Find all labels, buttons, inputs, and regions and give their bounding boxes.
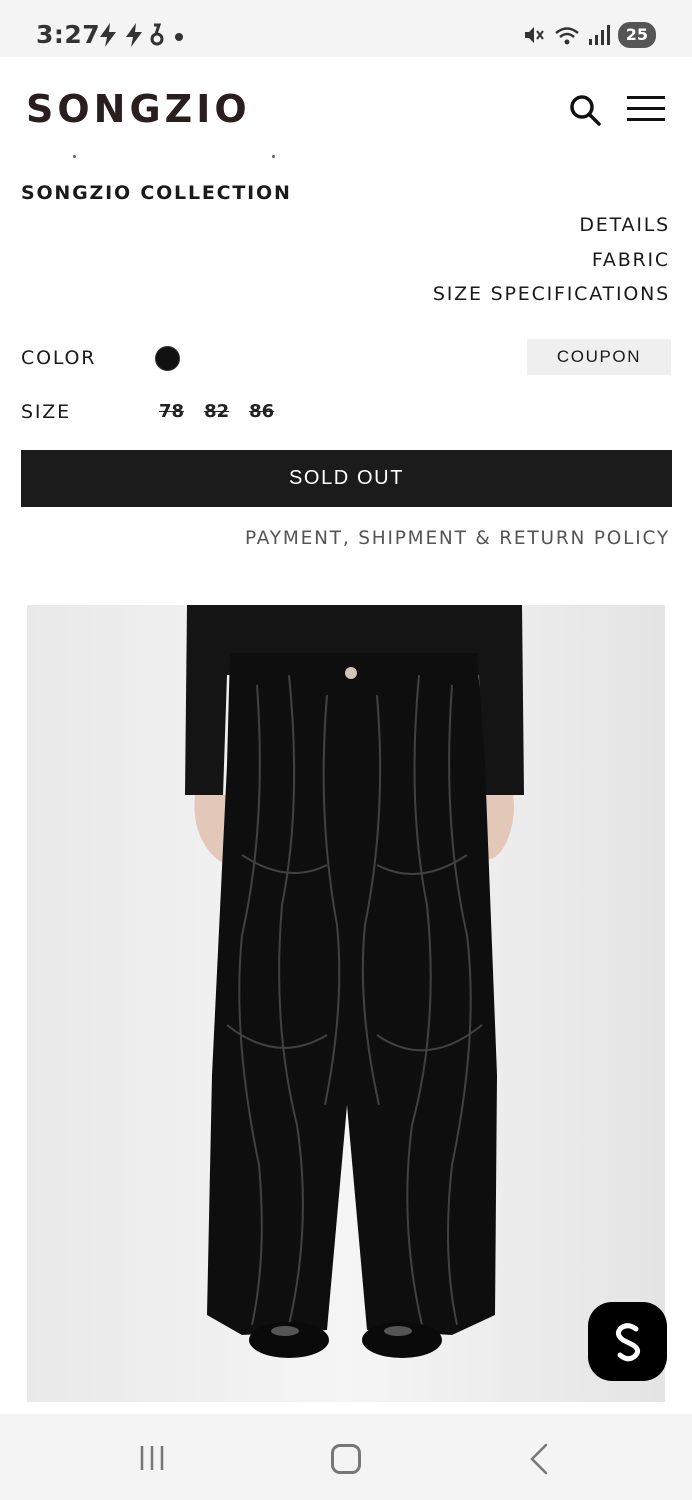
size-options: 78 82 86 xyxy=(159,401,274,422)
flash-icon xyxy=(100,23,116,47)
size-label: SIZE xyxy=(21,401,71,423)
size-option[interactable]: 78 xyxy=(159,401,184,422)
status-bar: 3:27 25 xyxy=(0,0,692,57)
system-nav-bar xyxy=(0,1414,692,1500)
recent-apps-button[interactable] xyxy=(139,1444,167,1472)
battery-indicator: 25 xyxy=(617,22,656,48)
wifi-icon xyxy=(554,27,579,45)
status-time: 3:27 xyxy=(36,20,101,49)
recent-apps-icon xyxy=(140,1446,164,1470)
search-icon xyxy=(570,95,601,126)
product-info-links: DETAILS FABRIC SIZE SPECIFICATIONS xyxy=(433,208,670,312)
details-link[interactable]: DETAILS xyxy=(433,208,670,243)
size-option[interactable]: 82 xyxy=(204,401,229,422)
product-photo-illustration xyxy=(27,605,665,1402)
status-left-icons xyxy=(97,22,189,48)
coupon-button[interactable]: COUPON xyxy=(527,339,671,375)
hamburger-menu-icon xyxy=(627,96,665,99)
search-button[interactable] xyxy=(568,93,602,127)
site-header: SONGZIO xyxy=(0,57,692,157)
brand-logo[interactable]: SONGZIO xyxy=(26,87,251,131)
back-button[interactable] xyxy=(526,1442,554,1476)
chat-button[interactable] xyxy=(588,1302,667,1381)
color-swatch[interactable] xyxy=(155,346,180,371)
status-right-icons: 25 xyxy=(522,22,656,48)
back-icon xyxy=(530,1443,548,1475)
size-option[interactable]: 86 xyxy=(249,401,274,422)
flash-icon xyxy=(126,23,142,47)
sold-out-button[interactable]: SOLD OUT xyxy=(21,450,672,507)
collection-title: SONGZIO COLLECTION xyxy=(21,182,292,204)
dot-icon xyxy=(175,33,183,41)
home-icon[interactable] xyxy=(331,1444,361,1474)
signal-icon xyxy=(588,25,610,45)
notification-icon xyxy=(150,23,164,46)
mute-icon xyxy=(524,27,544,43)
menu-button[interactable] xyxy=(627,96,665,126)
policy-link[interactable]: PAYMENT, SHIPMENT & RETURN POLICY xyxy=(245,528,670,549)
fabric-link[interactable]: FABRIC xyxy=(433,243,670,278)
chat-logo-icon xyxy=(615,1322,640,1361)
size-specifications-link[interactable]: SIZE SPECIFICATIONS xyxy=(433,277,670,312)
product-image xyxy=(27,605,665,1402)
carousel-dots xyxy=(0,155,692,163)
color-label: COLOR xyxy=(21,347,97,369)
